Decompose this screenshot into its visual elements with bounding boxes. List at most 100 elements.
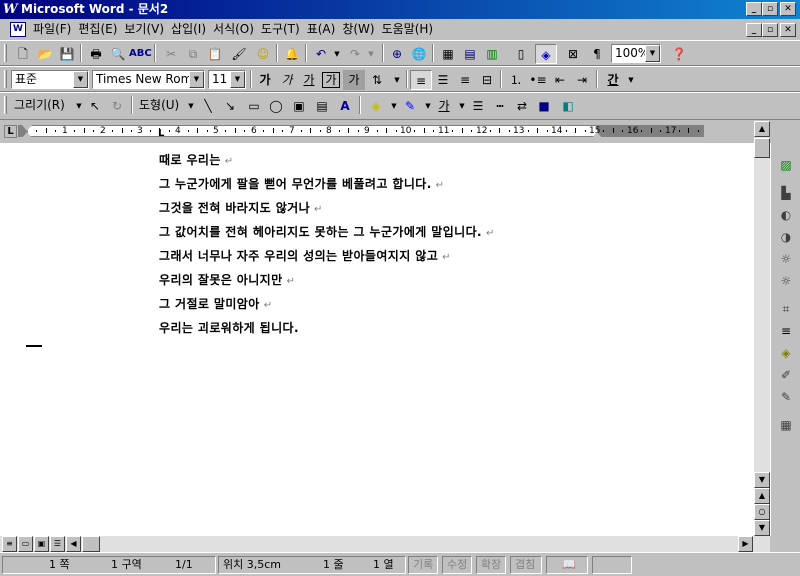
- help-icon[interactable]: ❓: [668, 44, 690, 64]
- tab-stop-marker[interactable]: L: [158, 129, 164, 139]
- next-page-icon[interactable]: ▼: [754, 520, 770, 536]
- document-line[interactable]: 그래서 너무나 자주 우리의 성의는 받아들여지지 않고 ↵: [159, 248, 451, 266]
- map-icon[interactable]: ⊠: [562, 44, 584, 64]
- tab-selector[interactable]: L: [4, 125, 17, 138]
- line-style-icon[interactable]: ≡: [776, 321, 796, 341]
- crop-icon[interactable]: ⌗: [776, 299, 796, 319]
- print-icon[interactable]: 🖶: [85, 44, 107, 64]
- arrow-style-icon[interactable]: ⇄: [511, 96, 533, 116]
- chevron-down-icon[interactable]: ▼: [620, 70, 642, 90]
- char-border-button[interactable]: 가: [322, 72, 340, 88]
- status-ext[interactable]: 확장: [476, 556, 506, 574]
- image-control-icon[interactable]: ▙: [776, 183, 796, 203]
- italic-button[interactable]: 가: [276, 70, 298, 90]
- scroll-thumb[interactable]: [754, 138, 770, 158]
- select-browse-object-icon[interactable]: ○: [754, 504, 770, 520]
- distribute-icon[interactable]: ⊟: [476, 70, 498, 90]
- toolbar-grip[interactable]: [4, 96, 7, 114]
- document-line[interactable]: 그 거절로 말미암아 ↵: [159, 296, 272, 314]
- less-contrast-icon[interactable]: ◑: [776, 227, 796, 247]
- columns-icon[interactable]: ▯: [510, 44, 532, 64]
- cut-icon[interactable]: ✂: [160, 44, 182, 64]
- menu-window[interactable]: 창(W): [342, 22, 381, 37]
- show-hide-icon[interactable]: ¶: [586, 44, 608, 64]
- doc-restore-button[interactable]: ▫: [762, 23, 778, 37]
- restore-button[interactable]: ▫: [762, 2, 778, 16]
- rotate-icon[interactable]: ↻: [106, 96, 128, 116]
- scroll-down-icon[interactable]: ▼: [754, 472, 770, 488]
- line-style-icon[interactable]: ☰: [467, 96, 489, 116]
- toolbar-grip[interactable]: [4, 44, 7, 62]
- page-layout-icon[interactable]: ▣: [34, 536, 49, 552]
- menu-file[interactable]: 파일(F): [33, 22, 78, 37]
- previous-page-icon[interactable]: ▲: [754, 488, 770, 504]
- more-brightness-icon[interactable]: ☼: [776, 249, 796, 269]
- more-contrast-icon[interactable]: ◐: [776, 205, 796, 225]
- bold-button[interactable]: 가: [254, 70, 276, 90]
- normal-view-icon[interactable]: ≡: [2, 536, 17, 552]
- vertical-textbox-icon[interactable]: ▤: [311, 96, 333, 116]
- menu-format[interactable]: 서식(O): [213, 22, 261, 37]
- numbering-icon[interactable]: ⒈: [505, 70, 527, 90]
- scroll-up-icon[interactable]: ▲: [754, 121, 770, 137]
- document-line[interactable]: 우리는 괴로워하게 됩니다.: [159, 320, 299, 336]
- style-combo[interactable]: 표준 ▼: [11, 70, 89, 89]
- decrease-indent-icon[interactable]: ⇤: [549, 70, 571, 90]
- document-line[interactable]: 우리의 잘못은 아니지만 ↵: [159, 272, 295, 290]
- chevron-down-icon[interactable]: ▼: [645, 45, 660, 62]
- globe-icon[interactable]: 🌐: [408, 44, 430, 64]
- horizontal-scrollbar[interactable]: ≡ ▭ ▣ ☰ ◀ ▶: [0, 536, 770, 552]
- rectangle-icon[interactable]: ▭: [243, 96, 265, 116]
- print-preview-icon[interactable]: 🔍: [107, 44, 129, 64]
- arrow-icon[interactable]: ↘: [219, 96, 241, 116]
- underline-button[interactable]: 가: [298, 70, 320, 90]
- copy-icon[interactable]: ⧉: [182, 44, 204, 64]
- draw-menu[interactable]: 그리기(R): [14, 98, 65, 113]
- format-painter-icon[interactable]: 🖌: [228, 44, 250, 64]
- open-icon[interactable]: 📂: [34, 44, 56, 64]
- menu-view[interactable]: 보기(V): [124, 22, 171, 37]
- menu-table[interactable]: 표(A): [307, 22, 343, 37]
- doc-close-button[interactable]: ✕: [780, 23, 796, 37]
- textbox-icon[interactable]: ▣: [288, 96, 310, 116]
- char-scale-icon[interactable]: ⇅: [366, 70, 388, 90]
- menu-insert[interactable]: 삽입(I): [171, 22, 213, 37]
- status-ovr[interactable]: 겹침: [510, 556, 542, 574]
- scroll-left-icon[interactable]: ◀: [66, 536, 81, 552]
- document-line[interactable]: 때로 우리는 ↵: [159, 152, 234, 170]
- char-shading-button[interactable]: 가: [343, 70, 365, 90]
- document-line[interactable]: 그 누군가에게 팔을 뻗어 무언가를 베풀려고 합니다. ↵: [159, 176, 444, 194]
- font-combo[interactable]: Times New Rom ▼: [92, 70, 205, 89]
- doc-minimize-button[interactable]: _: [746, 23, 762, 37]
- minimize-button[interactable]: _: [746, 2, 762, 16]
- 3d-icon[interactable]: ◧: [557, 96, 579, 116]
- less-brightness-icon[interactable]: ☼: [776, 271, 796, 291]
- menu-edit[interactable]: 편집(E): [78, 22, 124, 37]
- align-right-icon[interactable]: ≡: [454, 70, 476, 90]
- line-icon[interactable]: ╲: [197, 96, 219, 116]
- zoom-combo[interactable]: 100% ▼: [611, 44, 661, 63]
- font-size-combo[interactable]: 11 ▼: [208, 70, 246, 89]
- drawing-icon[interactable]: ◈: [535, 44, 557, 64]
- shadow-icon[interactable]: ■: [533, 96, 555, 116]
- status-trk[interactable]: 수정: [442, 556, 472, 574]
- document-line[interactable]: 그것을 전혀 바라지도 않거나 ↵: [159, 200, 323, 218]
- pen-icon[interactable]: ✎: [776, 387, 796, 407]
- document-line[interactable]: 그 값어치를 전혀 헤아리지도 못하는 그 누군가에게 말입니다. ↵: [159, 224, 495, 242]
- bullets-icon[interactable]: •≡: [527, 70, 549, 90]
- toolbar-grip[interactable]: [4, 70, 7, 88]
- close-button[interactable]: ✕: [780, 2, 796, 16]
- new-icon[interactable]: 🗋: [12, 44, 34, 64]
- status-rec[interactable]: 기록: [408, 556, 438, 574]
- web-icon[interactable]: ⊕: [386, 44, 408, 64]
- set-transparent-color-icon[interactable]: ✐: [776, 365, 796, 385]
- autoshape-menu[interactable]: 도형(U): [139, 98, 179, 113]
- insert-table-icon[interactable]: ▤: [459, 44, 481, 64]
- right-indent-marker[interactable]: [592, 132, 602, 138]
- select-pointer-icon[interactable]: ↖: [84, 96, 106, 116]
- chevron-down-icon[interactable]: ▼: [386, 70, 408, 90]
- smiley-icon[interactable]: ☺: [252, 44, 274, 64]
- table-icon[interactable]: ▦: [437, 44, 459, 64]
- spelling-icon[interactable]: ABC: [129, 44, 152, 64]
- vertical-scrollbar[interactable]: ▲ ▼ ▲ ○ ▼: [754, 121, 770, 536]
